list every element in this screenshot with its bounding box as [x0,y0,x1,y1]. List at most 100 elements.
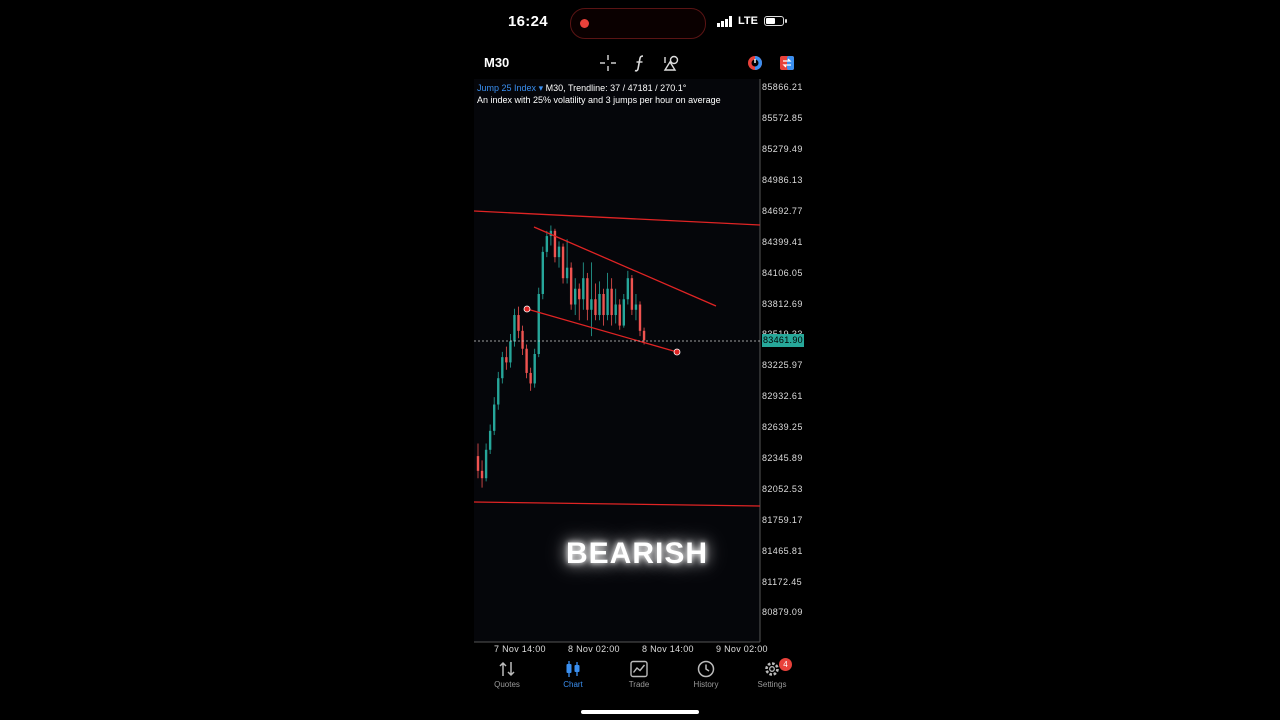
candle-body [488,430,492,450]
candle-body [630,278,634,310]
price-axis-label: 80879.09 [762,607,803,617]
current-price-tag: 83461.90 [762,334,804,347]
trade-icon [630,660,648,678]
quotes-icon [499,661,515,677]
candle-body [541,251,544,294]
candle-body [484,449,488,479]
candle-body [638,304,642,331]
nav-item-trade[interactable]: Trade [609,660,669,689]
nav-item-settings[interactable]: Settings [742,660,802,689]
price-axis-label: 82932.61 [762,391,803,401]
nav-item-quotes[interactable]: Quotes [477,660,537,689]
price-axis-label: 82052.53 [762,484,803,494]
history-icon [697,660,715,678]
price-axis-label: 83225.97 [762,360,803,370]
nav-label-chart: Chart [563,680,583,689]
candle-body [634,304,638,310]
candle-body [622,299,625,326]
candle-body [497,378,500,405]
price-axis-label: 82639.25 [762,422,803,432]
phone-screen: 16:24 LTE M30 Jump 25 Index ▾ M30, Trend… [474,0,806,720]
candle-body [557,246,561,258]
candle-body [480,470,484,479]
price-axis-label: 84106.05 [762,268,803,278]
candle-body [590,299,593,310]
price-axis-label: 81759.17 [762,515,803,525]
candle-body [537,293,540,354]
candle-body [513,315,516,342]
timeframe-button[interactable]: M30 [484,55,509,70]
symbol-caret-icon[interactable]: ▾ [539,83,544,93]
nav-label-history: History [693,680,719,689]
crosshair-icon[interactable] [598,53,618,73]
price-axis-label: 85279.49 [762,144,803,154]
function-icon[interactable] [630,53,650,73]
nav-label-quotes: Quotes [494,680,520,689]
price-chart[interactable] [474,79,806,659]
dynamic-island[interactable] [570,8,706,39]
candle-body [606,288,609,316]
bearish-overlay-text: BEARISH [566,537,709,570]
time-axis-label: 8 Nov 14:00 [642,644,694,654]
candle-body [582,278,585,300]
price-axis-label: 84399.41 [762,237,803,247]
nav-label-settings: Settings [757,680,787,689]
trendline-handle-right[interactable] [673,348,681,356]
symbol-description: An index with 25% volatility and 3 jumps… [477,95,721,105]
price-axis-label: 81465.81 [762,546,803,556]
battery-icon [764,16,787,26]
time-axis-label: 9 Nov 02:00 [716,644,768,654]
network-type: LTE [738,15,758,27]
settings-badge: 4 [779,658,792,671]
candle-body [533,353,536,384]
candle-body [610,288,613,316]
candle-body [642,330,646,341]
candle-body [618,304,621,326]
candle-body [525,348,528,373]
candle-body [561,246,565,279]
status-time: 16:24 [508,13,548,30]
price-axis-label: 84986.13 [762,175,803,185]
candle-body [574,288,577,305]
candle-body [594,299,597,316]
chart-type-icon[interactable] [745,53,765,73]
nav-label-trade: Trade [628,680,650,689]
signal-icon [717,16,732,27]
time-axis-label: 7 Nov 14:00 [494,644,546,654]
candle-body [553,230,557,258]
price-axis-label: 85572.85 [762,113,803,123]
price-axis-label: 81172.45 [762,577,803,587]
candle-body [578,288,581,300]
candle-body [501,357,504,379]
candle-body [586,278,589,310]
nav-item-chart[interactable]: Chart [543,660,603,689]
nav-item-history[interactable]: History [676,660,736,689]
time-axis-label: 8 Nov 02:00 [568,644,620,654]
candle-body [476,456,480,471]
candle-body [626,278,630,300]
price-axis-label: 83812.69 [762,299,803,309]
candle-body [545,236,549,252]
candle-body [505,357,508,363]
symbol-name[interactable]: Jump 25 Index [477,83,536,93]
candle-body [521,330,524,349]
candle-body [517,315,520,331]
candle-body [569,267,573,305]
chart-icon [566,661,580,677]
candle-body [614,304,617,316]
chart-info: M30, Trendline: 37 / 47181 / 270.1° [545,83,687,93]
candle-body [529,372,532,384]
trendline-handle-left[interactable] [523,305,531,313]
swap-icon[interactable] [777,53,797,73]
candle-body [598,293,601,316]
price-axis-label: 85866.21 [762,82,803,92]
price-axis-label: 84692.77 [762,206,803,216]
home-indicator[interactable] [581,710,699,714]
price-axis-label: 82345.89 [762,453,803,463]
recording-dot-icon [580,19,589,28]
chart-legend: Jump 25 Index ▾ M30, Trendline: 37 / 471… [477,82,721,106]
objects-icon[interactable] [662,53,682,73]
candle-body [602,293,605,316]
candle-body [509,341,512,363]
candle-body [565,267,569,279]
